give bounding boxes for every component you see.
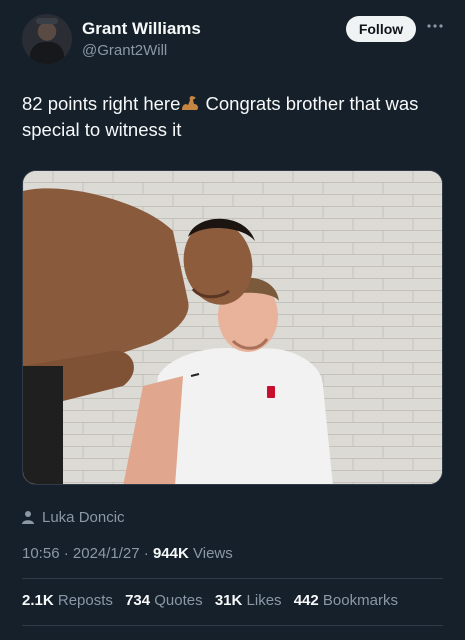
tweet-date[interactable]: 2024/1/27	[73, 545, 140, 562]
more-horizontal-icon[interactable]	[425, 16, 445, 38]
tagged-person-name: Luka Doncic	[42, 509, 125, 526]
tweet-text: 82 points right here Congrats brother th…	[22, 91, 442, 143]
tweet-text-start: 82 points right here	[22, 93, 181, 114]
tweet-meta: 10:56 · 2024/1/27 · 944K Views	[22, 545, 233, 562]
views-count: 944K	[152, 545, 189, 562]
views-label: Views	[193, 545, 233, 562]
quotes-count: 734	[125, 592, 151, 609]
author-name[interactable]: Grant Williams	[82, 19, 201, 39]
likes-label: Likes	[246, 592, 282, 609]
quotes-stat[interactable]: 734 Quotes	[125, 592, 203, 609]
photo-illustration	[23, 171, 442, 484]
follow-button[interactable]: Follow	[346, 16, 416, 42]
reposts-label: Reposts	[57, 592, 113, 609]
bookmarks-count: 442	[293, 592, 319, 609]
tweet-time[interactable]: 10:56	[22, 545, 60, 562]
author-handle[interactable]: @Grant2Will	[82, 42, 167, 59]
tagged-person[interactable]: Luka Doncic	[22, 509, 125, 526]
flexed-biceps-icon	[180, 93, 200, 111]
person-icon	[22, 510, 36, 526]
divider-bottom	[22, 625, 443, 626]
quotes-label: Quotes	[154, 592, 203, 609]
likes-count: 31K	[214, 592, 243, 609]
avatar-figure	[30, 42, 64, 64]
avatar[interactable]	[22, 14, 72, 64]
divider-top	[22, 578, 443, 579]
bookmarks-stat[interactable]: 442 Bookmarks	[294, 592, 398, 609]
tweet-header: Grant Williams @Grant2Will Follow	[22, 14, 447, 66]
tweet-stats: 2.1K Reposts 734 Quotes 31K Likes 442 Bo…	[22, 592, 406, 609]
likes-stat[interactable]: 31K Likes	[215, 592, 282, 609]
reposts-count: 2.1K	[22, 592, 54, 609]
tweet-photo[interactable]	[22, 170, 443, 485]
avatar-logo	[36, 18, 58, 24]
reposts-stat[interactable]: 2.1K Reposts	[22, 592, 113, 609]
bookmarks-label: Bookmarks	[322, 592, 398, 609]
